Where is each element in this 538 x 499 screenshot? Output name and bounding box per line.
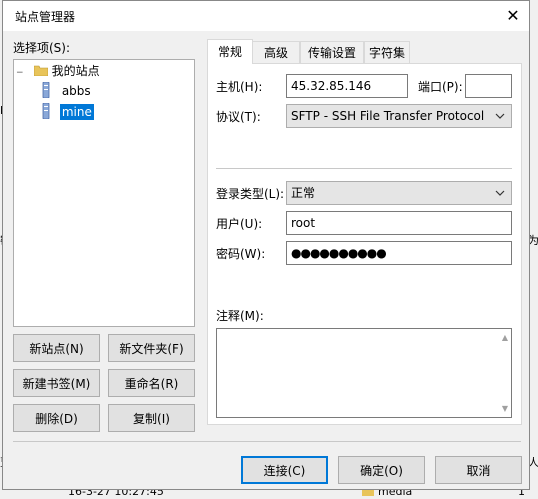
tree-item-mine[interactable]: mine	[42, 102, 95, 121]
comment-label: 注释(M):	[216, 309, 264, 323]
scroll-up-icon[interactable]: ▲	[502, 333, 508, 342]
logon-type-value: 正常	[291, 186, 316, 200]
tab-transfer-settings[interactable]: 传输设置	[300, 41, 364, 63]
server-icon	[42, 102, 50, 120]
host-input[interactable]: 45.32.85.146	[286, 74, 408, 98]
user-input[interactable]: root	[286, 211, 512, 235]
close-icon[interactable]: ✕	[499, 3, 527, 29]
tree-item-label-selected: mine	[58, 103, 95, 121]
tab-advanced[interactable]: 高级	[252, 41, 300, 63]
tree-collapse-icon[interactable]: −	[16, 64, 30, 82]
comment-textarea[interactable]: ▲ ▼	[216, 328, 512, 418]
new-folder-button[interactable]: 新文件夹(F)	[108, 334, 195, 362]
rename-button[interactable]: 重命名(R)	[108, 369, 195, 397]
logon-type-select[interactable]: 正常	[286, 181, 512, 205]
connect-button[interactable]: 连接(C)	[241, 456, 328, 484]
site-manager-dialog: 站点管理器 ✕ 选择项(S): − 我的站点 abbs mine 新站点(N) …	[2, 0, 530, 490]
footer-divider	[13, 441, 521, 442]
delete-button[interactable]: 删除(D)	[13, 404, 100, 432]
tab-general[interactable]: 常规	[207, 39, 253, 64]
scroll-down-icon[interactable]: ▼	[502, 404, 508, 413]
copy-button[interactable]: 复制(I)	[108, 404, 195, 432]
port-input[interactable]	[465, 74, 512, 98]
tree-item-root[interactable]: − 我的站点	[16, 62, 100, 80]
new-site-button[interactable]: 新站点(N)	[13, 334, 100, 362]
server-icon	[42, 81, 50, 99]
dialog-title: 站点管理器	[15, 10, 76, 24]
site-tree[interactable]: − 我的站点 abbs mine	[13, 59, 195, 327]
cancel-button[interactable]: 取消	[435, 456, 522, 484]
tab-charset[interactable]: 字符集	[364, 41, 410, 63]
logon-type-label: 登录类型(L):	[216, 187, 285, 201]
general-tab-panel: 主机(H): 45.32.85.146 端口(P): 协议(T): SFTP -…	[207, 63, 522, 425]
tree-item-abbs[interactable]: abbs	[42, 81, 91, 100]
password-input[interactable]: ●●●●●●●●●●	[286, 241, 512, 265]
chevron-down-icon	[495, 113, 505, 119]
select-entry-label: 选择项(S):	[13, 41, 71, 55]
host-label: 主机(H):	[216, 80, 263, 94]
divider	[216, 168, 512, 169]
user-label: 用户(U):	[216, 217, 263, 231]
folder-icon	[33, 65, 49, 77]
password-label: 密码(W):	[216, 247, 266, 261]
tree-root-label: 我的站点	[51, 64, 100, 78]
new-bookmark-button[interactable]: 新建书签(M)	[13, 369, 100, 397]
port-label: 端口(P):	[418, 80, 463, 94]
protocol-value: SFTP - SSH File Transfer Protocol	[291, 109, 485, 123]
tree-item-label: abbs	[61, 84, 91, 98]
title-bar: 站点管理器 ✕	[3, 1, 529, 31]
protocol-select[interactable]: SFTP - SSH File Transfer Protocol	[286, 104, 512, 128]
ok-button[interactable]: 确定(O)	[338, 456, 425, 484]
chevron-down-icon	[495, 190, 505, 196]
protocol-label: 协议(T):	[216, 110, 261, 124]
